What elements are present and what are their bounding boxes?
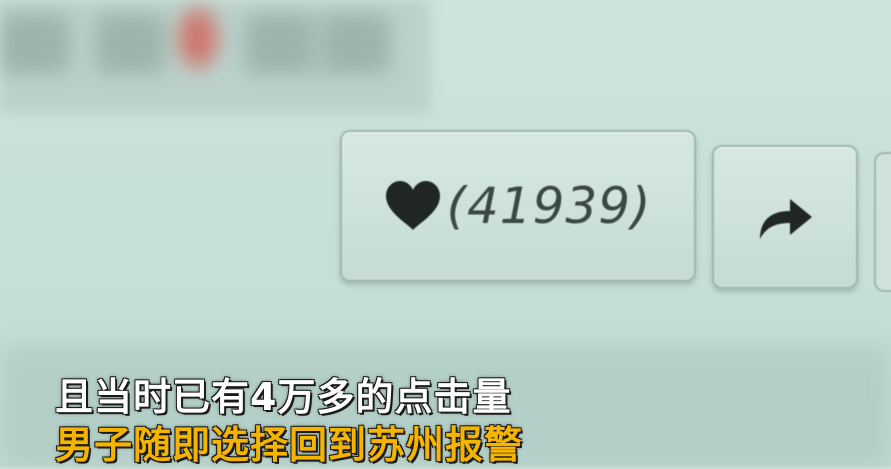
share-arrow-icon: [760, 199, 812, 239]
partial-button[interactable]: [874, 152, 891, 292]
share-button[interactable]: [712, 145, 858, 289]
like-button[interactable]: (41939): [340, 130, 696, 282]
blurred-text: [0, 14, 70, 74]
subtitle-line-2: 男子随即选择回到苏州报警: [55, 423, 524, 467]
blurred-text: [320, 14, 390, 74]
blurred-text: [245, 14, 315, 74]
blurred-text: [95, 14, 165, 74]
subtitle-line-1: 且当时已有4万多的点击量: [55, 375, 512, 419]
heart-icon: [386, 181, 441, 230]
like-count: (41939): [446, 177, 652, 235]
blurred-red-icon: [178, 8, 218, 68]
